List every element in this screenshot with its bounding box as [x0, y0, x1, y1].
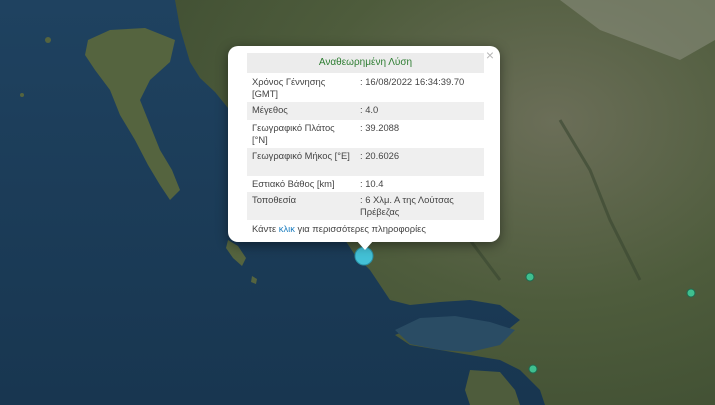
- location-label: Τοποθεσία: [247, 192, 355, 220]
- table-row: Εστιακό Βάθος [km] : 10.4: [247, 176, 484, 192]
- more-info-link[interactable]: κλικ: [279, 223, 295, 234]
- popup-pointer: [356, 240, 374, 250]
- earthquake-info-popup: × Αναθεωρημένη Λύση Χρόνος Γέννησης [GMT…: [228, 46, 500, 242]
- close-icon[interactable]: ×: [486, 48, 494, 62]
- depth-label: Εστιακό Βάθος [km]: [252, 178, 335, 189]
- table-row: Χρόνος Γέννησης [GMT] : 16/08/2022 16:34…: [247, 74, 484, 102]
- table-row: Τοποθεσία : 6 Χλμ. Α της Λούτσας Πρέβεζα…: [247, 192, 484, 220]
- earthquake-marker-icon[interactable]: [525, 272, 535, 282]
- depth-value: : 10.4: [360, 178, 384, 189]
- footer-prefix: Κάντε: [252, 223, 277, 234]
- magnitude-label: Μέγεθος: [247, 102, 355, 120]
- origin-time-label: Χρόνος Γέννησης [GMT]: [252, 76, 326, 99]
- magnitude-value: : 4.0: [355, 102, 484, 120]
- latitude-label: Γεωγραφικό Πλάτος [°N]: [252, 122, 335, 145]
- table-row: Γεωγραφικό Πλάτος [°N] : 39.2088: [247, 120, 484, 148]
- islet: [45, 37, 51, 43]
- location-value: : 6 Χλμ. Α της Λούτσας Πρέβεζας: [355, 192, 484, 220]
- earthquake-details-table: Χρόνος Γέννησης [GMT] : 16/08/2022 16:34…: [247, 74, 484, 220]
- earthquake-marker-icon[interactable]: [528, 364, 538, 374]
- latitude-value: : 39.2088: [360, 122, 400, 133]
- popup-title: Αναθεωρημένη Λύση: [247, 53, 484, 73]
- islet: [20, 93, 24, 97]
- origin-time-value: : 16/08/2022 16:34:39.70: [360, 76, 465, 87]
- table-row: Μέγεθος : 4.0: [247, 102, 484, 120]
- table-row: Γεωγραφικό Μήκος [°E] : 20.6026: [247, 148, 484, 176]
- footer-suffix: για περισσότερες πληροφορίες: [297, 223, 426, 234]
- longitude-label: Γεωγραφικό Μήκος [°E]: [247, 148, 355, 176]
- more-info-footer: Κάντε κλικ για περισσότερες πληροφορίες: [247, 223, 484, 234]
- earthquake-marker-icon[interactable]: [686, 288, 696, 298]
- longitude-value: : 20.6026: [355, 148, 484, 176]
